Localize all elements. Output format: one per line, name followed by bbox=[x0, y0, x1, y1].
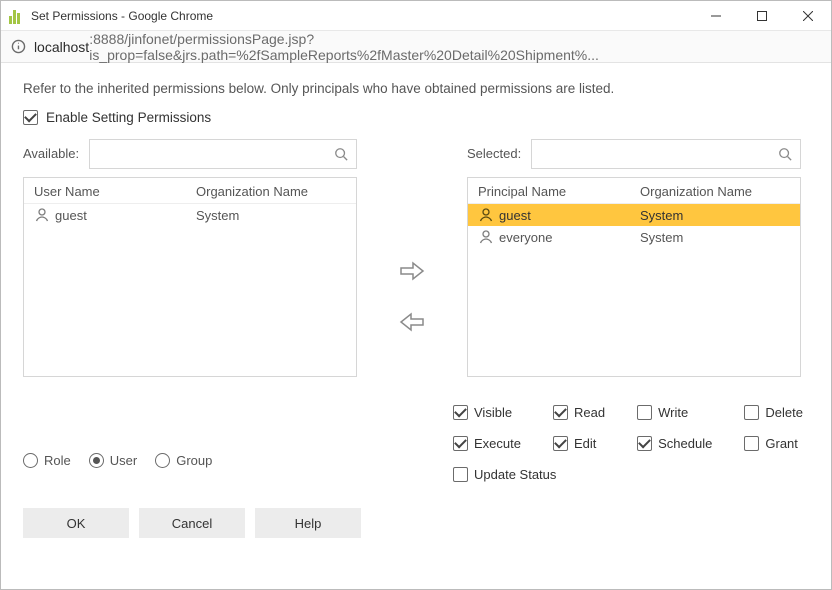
help-button[interactable]: Help bbox=[255, 508, 361, 538]
edit-label: Edit bbox=[574, 436, 596, 451]
selected-list[interactable]: Principal Name Organization Name guest Sy… bbox=[467, 177, 801, 377]
available-list[interactable]: User Name Organization Name guest System bbox=[23, 177, 357, 377]
maximize-button[interactable] bbox=[739, 1, 785, 31]
search-icon bbox=[778, 147, 792, 161]
update_status-label: Update Status bbox=[474, 467, 556, 482]
schedule-label: Schedule bbox=[658, 436, 712, 451]
write-checkbox[interactable] bbox=[637, 405, 652, 420]
update_status-checkbox[interactable] bbox=[453, 467, 468, 482]
col-org-name: Organization Name bbox=[196, 184, 346, 199]
user-icon bbox=[478, 207, 494, 223]
user-icon bbox=[478, 229, 494, 245]
address-bar[interactable]: localhost:8888/jinfonet/permissionsPage.… bbox=[1, 31, 831, 63]
permissions-grid: Visible Read Write Delete Execute Edit Schedul… bbox=[453, 405, 809, 482]
user-label: User bbox=[110, 453, 137, 468]
user-radio[interactable] bbox=[89, 453, 104, 468]
edit-checkbox[interactable] bbox=[553, 436, 568, 451]
role-radio[interactable] bbox=[23, 453, 38, 468]
col-principal-name: Principal Name bbox=[478, 184, 640, 199]
enable-permissions-checkbox[interactable] bbox=[23, 110, 38, 125]
user-icon bbox=[34, 207, 50, 223]
principal-name: guest bbox=[55, 208, 87, 223]
org-name: System bbox=[196, 208, 346, 223]
delete-label: Delete bbox=[765, 405, 803, 420]
ok-button[interactable]: OK bbox=[23, 508, 129, 538]
address-host: localhost bbox=[34, 39, 89, 55]
read-label: Read bbox=[574, 405, 605, 420]
remove-button[interactable] bbox=[399, 311, 425, 336]
delete-checkbox[interactable] bbox=[744, 405, 759, 420]
col-user-name: User Name bbox=[34, 184, 196, 199]
window-titlebar: Set Permissions - Google Chrome bbox=[1, 1, 831, 31]
selected-search[interactable] bbox=[531, 139, 801, 169]
info-icon bbox=[11, 39, 26, 54]
write-label: Write bbox=[658, 405, 688, 420]
list-item[interactable]: guest System bbox=[24, 204, 356, 226]
org-name: System bbox=[640, 208, 790, 223]
group-radio[interactable] bbox=[155, 453, 170, 468]
add-button[interactable] bbox=[399, 260, 425, 285]
close-button[interactable] bbox=[785, 1, 831, 31]
grant-label: Grant bbox=[765, 436, 798, 451]
app-icon bbox=[9, 8, 25, 24]
grant-checkbox[interactable] bbox=[744, 436, 759, 451]
list-item[interactable]: guest System bbox=[468, 204, 800, 226]
list-item[interactable]: everyone System bbox=[468, 226, 800, 248]
instruction-text: Refer to the inherited permissions below… bbox=[23, 81, 809, 96]
available-search[interactable] bbox=[89, 139, 357, 169]
minimize-button[interactable] bbox=[693, 1, 739, 31]
col-org-name: Organization Name bbox=[640, 184, 790, 199]
schedule-checkbox[interactable] bbox=[637, 436, 652, 451]
selected-panel: Selected: Principal Name Organization Na… bbox=[467, 139, 801, 377]
visible-label: Visible bbox=[474, 405, 512, 420]
selected-label: Selected: bbox=[467, 146, 521, 161]
read-checkbox[interactable] bbox=[553, 405, 568, 420]
principal-name: guest bbox=[499, 208, 531, 223]
group-label: Group bbox=[176, 453, 212, 468]
org-name: System bbox=[640, 230, 790, 245]
execute-label: Execute bbox=[474, 436, 521, 451]
search-icon bbox=[334, 147, 348, 161]
cancel-button[interactable]: Cancel bbox=[139, 508, 245, 538]
principal-name: everyone bbox=[499, 230, 552, 245]
principal-type-radios: Role User Group bbox=[23, 405, 453, 482]
address-path: :8888/jinfonet/permissionsPage.jsp?is_pr… bbox=[89, 31, 821, 63]
enable-permissions-label: Enable Setting Permissions bbox=[46, 110, 211, 125]
available-label: Available: bbox=[23, 146, 79, 161]
available-panel: Available: User Name Organization Name g… bbox=[23, 139, 357, 377]
execute-checkbox[interactable] bbox=[453, 436, 468, 451]
role-label: Role bbox=[44, 453, 71, 468]
visible-checkbox[interactable] bbox=[453, 405, 468, 420]
window-title: Set Permissions - Google Chrome bbox=[31, 9, 213, 23]
